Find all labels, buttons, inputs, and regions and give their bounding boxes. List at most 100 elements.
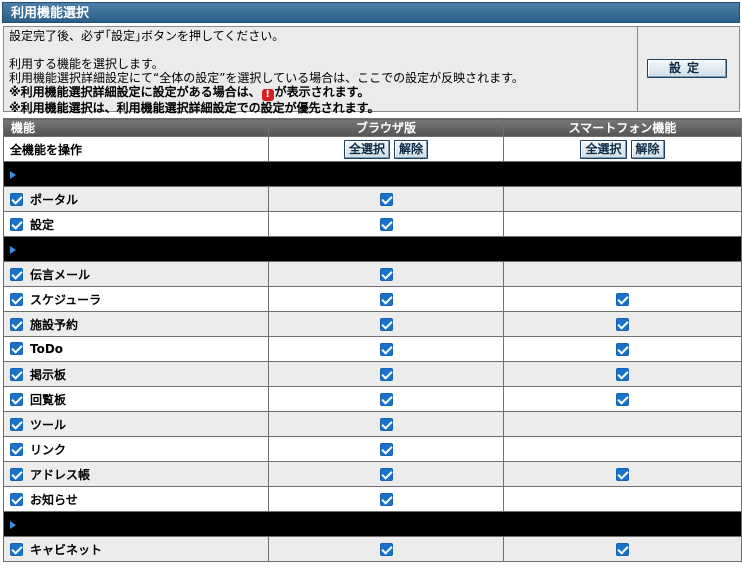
smart-cell <box>503 286 742 312</box>
browser-checkbox[interactable] <box>379 543 393 556</box>
info-line-warning: ※利用機能選択詳細設定に設定がある場合は、! が表示されます。 <box>9 85 637 101</box>
browser-checkbox[interactable] <box>379 443 393 456</box>
browser-checkbox[interactable] <box>379 268 393 281</box>
smartphone-checkbox[interactable] <box>616 393 629 406</box>
feature-row: 設定 <box>3 211 742 237</box>
all-ops-label: 全機能を操作 <box>3 136 269 162</box>
smart-all-ops: 全選択 解除 <box>503 136 742 162</box>
feature-label: リンク <box>30 442 67 457</box>
smart-cell <box>503 336 742 362</box>
browser-select-all-button[interactable]: 全選択 <box>343 139 390 159</box>
smartphone-checkbox[interactable] <box>616 293 629 306</box>
browser-cell <box>268 361 504 387</box>
feature-enable-checkbox[interactable] <box>10 442 23 456</box>
smart-cell <box>503 211 742 237</box>
feature-enable-checkbox[interactable] <box>10 417 23 431</box>
smartphone-checkbox[interactable] <box>616 318 629 331</box>
browser-clear-button[interactable]: 解除 <box>394 139 429 159</box>
section-separator <box>3 511 742 537</box>
feature-label: 施設予約 <box>30 317 79 332</box>
smart-clear-button[interactable]: 解除 <box>630 139 665 159</box>
browser-checkbox[interactable] <box>379 418 393 431</box>
all-ops-row: 全機能を操作 全選択 解除 全選択 解除 <box>3 136 742 162</box>
smart-cell <box>503 411 742 437</box>
feature-row: リンク <box>3 436 742 462</box>
browser-cell <box>268 336 504 362</box>
smartphone-checkbox[interactable] <box>616 543 629 556</box>
section-separator-cell <box>3 161 742 187</box>
browser-cell <box>268 486 504 512</box>
section-separator-cell <box>3 511 742 537</box>
feature-enable-checkbox[interactable] <box>10 317 23 331</box>
feature-enable-checkbox[interactable] <box>10 392 23 406</box>
browser-checkbox[interactable] <box>379 468 393 481</box>
info-panel: 設定完了後、必ず｢設定｣ボタンを押してください。 利用する機能を選択します。 利… <box>3 26 740 115</box>
feature-name-cell: ポータル <box>3 186 269 212</box>
info-line-priority: ※利用機能選択は、利用機能選択詳細設定での設定が優先されます。 <box>9 101 380 115</box>
browser-checkbox[interactable] <box>379 293 393 306</box>
browser-checkbox[interactable] <box>379 218 393 231</box>
header-browser: ブラウザ版 <box>268 118 504 137</box>
header-smartphone: スマートフォン機能 <box>503 118 742 137</box>
feature-enable-checkbox[interactable] <box>10 492 23 506</box>
feature-label: スケジューラ <box>30 292 102 307</box>
browser-checkbox[interactable] <box>379 193 393 206</box>
feature-label: ツール <box>30 417 67 432</box>
browser-cell <box>268 461 504 487</box>
smart-cell <box>503 536 742 562</box>
feature-label: ポータル <box>30 192 79 207</box>
feature-name-cell: 伝言メール <box>3 261 269 287</box>
feature-row: 回覧板 <box>3 386 742 412</box>
browser-cell <box>268 386 504 412</box>
feature-name-cell: 設定 <box>3 211 269 237</box>
feature-enable-checkbox[interactable] <box>10 217 23 231</box>
browser-cell <box>268 286 504 312</box>
feature-label: アドレス帳 <box>30 467 91 482</box>
section-toggle-icon[interactable] <box>10 520 16 529</box>
feature-row: ToDo <box>3 336 742 362</box>
smart-cell <box>503 261 742 287</box>
smart-cell <box>503 386 742 412</box>
info-line-instruction: 設定完了後、必ず｢設定｣ボタンを押してください。 <box>9 29 285 43</box>
feature-label: 設定 <box>30 217 55 232</box>
feature-enable-checkbox[interactable] <box>10 467 23 481</box>
feature-label: ToDo <box>30 342 64 356</box>
section-separator <box>3 161 742 187</box>
feature-name-cell: 回覧板 <box>3 386 269 412</box>
page-title: 利用機能選択 <box>2 2 740 23</box>
section-separator-cell <box>3 236 742 262</box>
feature-name-cell: お知らせ <box>3 486 269 512</box>
browser-checkbox[interactable] <box>379 343 393 356</box>
browser-checkbox[interactable] <box>379 318 393 331</box>
feature-row: 伝言メール <box>3 261 742 287</box>
feature-name-cell: ToDo <box>3 336 269 362</box>
feature-table: 機能 ブラウザ版 スマートフォン機能 全機能を操作 全選択 解除 全選択 解除 ポー… <box>3 118 742 562</box>
feature-name-cell: ツール <box>3 411 269 437</box>
browser-cell <box>268 211 504 237</box>
feature-enable-checkbox[interactable] <box>10 342 23 355</box>
browser-cell <box>268 186 504 212</box>
section-toggle-icon[interactable] <box>10 245 16 254</box>
section-toggle-icon[interactable] <box>10 170 16 179</box>
smart-select-all-button[interactable]: 全選択 <box>580 139 627 159</box>
smartphone-checkbox[interactable] <box>616 368 629 381</box>
feature-enable-checkbox[interactable] <box>10 192 23 206</box>
feature-label: お知らせ <box>30 492 78 507</box>
smartphone-checkbox[interactable] <box>616 468 629 481</box>
browser-all-ops: 全選択 解除 <box>268 136 504 162</box>
feature-enable-checkbox[interactable] <box>10 267 23 281</box>
feature-enable-checkbox[interactable] <box>10 292 23 306</box>
feature-enable-checkbox[interactable] <box>10 367 23 381</box>
browser-checkbox[interactable] <box>379 493 393 506</box>
feature-name-cell: リンク <box>3 436 269 462</box>
smartphone-checkbox[interactable] <box>616 343 629 356</box>
browser-checkbox[interactable] <box>379 368 393 381</box>
feature-enable-checkbox[interactable] <box>10 542 23 556</box>
feature-row: ポータル <box>3 186 742 212</box>
smart-cell <box>503 486 742 512</box>
settei-button[interactable]: 設定 <box>647 59 727 78</box>
smart-cell <box>503 311 742 337</box>
browser-checkbox[interactable] <box>379 393 393 406</box>
feature-row: キャビネット <box>3 536 742 562</box>
browser-cell <box>268 311 504 337</box>
